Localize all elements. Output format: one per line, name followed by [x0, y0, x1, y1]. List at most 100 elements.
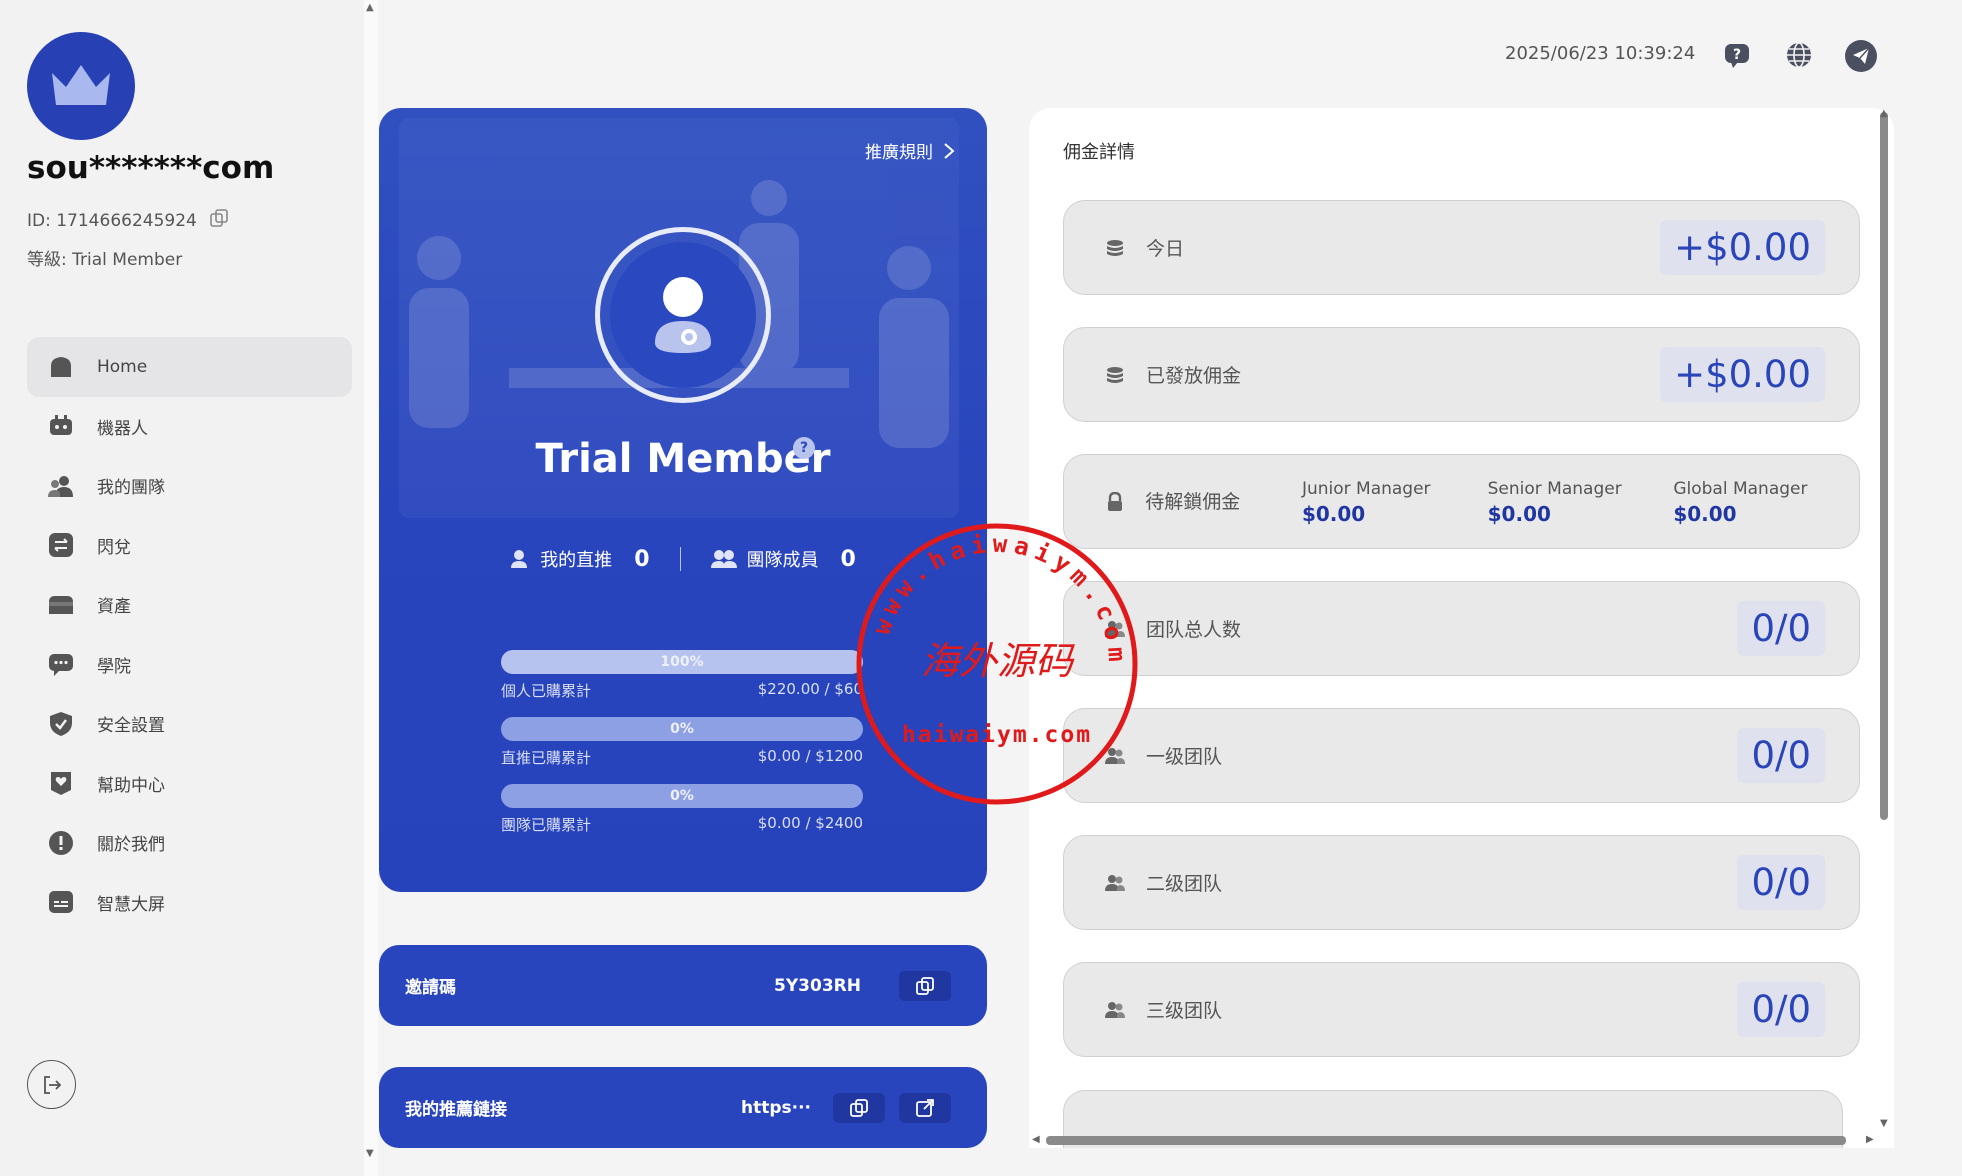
direct-referrals: 我的直推 0	[510, 546, 650, 572]
direct-count: 0	[634, 546, 650, 572]
progress-value: $220.00 / $60	[757, 680, 863, 698]
watermark-seal: www.haiwaiym.com 海外源码 haiwaiym.com	[856, 523, 1138, 805]
progress-bar: 0%	[501, 717, 863, 741]
open-link-button[interactable]	[899, 1092, 951, 1123]
locked-label: 待解鎖佣金	[1145, 490, 1241, 513]
tier-help-icon[interactable]: ?	[793, 437, 815, 459]
sidebar-item-label: 我的團隊	[97, 478, 165, 499]
progress-team: 0% 團隊已購累計 $0.00 / $2400	[501, 784, 863, 835]
progress-label: 個人已購累計	[501, 682, 592, 700]
stats-divider	[679, 547, 681, 571]
crown-icon	[52, 65, 110, 105]
sidebar-item-dashboard[interactable]: 智慧大屏	[27, 873, 352, 933]
copy-id-icon[interactable]	[209, 208, 229, 233]
svg-text:海外源码: 海外源码	[921, 639, 1075, 683]
group-icon	[710, 550, 737, 568]
team-count: 0	[840, 546, 856, 572]
sidebar-item-home[interactable]: Home	[27, 337, 352, 397]
panel-scroll-down-icon[interactable]: ▼	[1880, 1118, 1888, 1129]
svg-text:?: ?	[1733, 47, 1741, 63]
chevron-right-icon	[944, 142, 955, 159]
chat-icon	[47, 650, 75, 678]
commission-panel: 佣金詳情 今日 +$0.00 已發放佣金 +$0.00 待解鎖佣金 Junior…	[1029, 108, 1894, 1148]
user-id-row: ID: 1714666245924	[27, 208, 229, 233]
row-label: 团队总人数	[1146, 619, 1242, 641]
referral-link-value: https···	[740, 1097, 811, 1118]
logout-button[interactable]	[27, 1060, 76, 1109]
team-members: 團隊成員 0	[710, 546, 856, 572]
invite-code-label: 邀請碼	[405, 978, 456, 998]
external-link-icon	[916, 1098, 934, 1117]
rules-label: 推廣規則	[865, 143, 933, 163]
user-id: ID: 1714666245924	[27, 210, 197, 231]
globe-icon[interactable]	[1784, 40, 1814, 70]
progress-label: 直推已購累計	[501, 749, 592, 767]
level-junior: Junior Manager $0.00	[1301, 478, 1431, 526]
progress-label: 團隊已購累計	[501, 816, 592, 834]
scroll-down-icon[interactable]: ▼	[366, 1148, 374, 1159]
swap-icon	[47, 531, 75, 559]
group-icon	[1104, 872, 1126, 894]
avatar[interactable]	[27, 32, 135, 140]
panel-horizontal-scrollbar[interactable]	[1046, 1136, 1846, 1145]
sidebar-item-robot[interactable]: 機器人	[27, 397, 352, 457]
home-icon	[47, 353, 75, 381]
team-level1-row: 一级团队 0/0	[1063, 708, 1860, 803]
progress-value: $0.00 / $2400	[757, 814, 863, 832]
copy-link-button[interactable]	[833, 1092, 885, 1123]
sidebar-item-help[interactable]: 幫助中心	[27, 754, 352, 814]
wallet-icon	[47, 591, 75, 619]
sidebar-item-assets[interactable]: 資產	[27, 575, 352, 635]
panel-scroll-right-icon[interactable]: ▶	[1866, 1134, 1874, 1145]
user-icon	[511, 550, 528, 568]
row-label: 今日	[1146, 238, 1185, 260]
sidebar-item-swap[interactable]: 閃兌	[27, 516, 352, 576]
progress-personal: 100% 個人已購累計 $220.00 / $60	[501, 650, 863, 701]
sidebar-scrollbar[interactable]: ▲ ▼	[364, 0, 378, 1176]
help-icon[interactable]: ?	[1722, 40, 1752, 70]
progress-bar: 100%	[501, 650, 863, 674]
referral-link-card: 我的推薦鏈接 https···	[379, 1067, 987, 1148]
team-icon	[47, 472, 75, 500]
commission-title: 佣金詳情	[1063, 142, 1135, 163]
team-total-row: 团队总人数 0/0	[1063, 581, 1860, 676]
sidebar-item-about[interactable]: 關於我們	[27, 813, 352, 873]
datetime: 2025/06/23 10:39:24	[1505, 43, 1696, 64]
coins-icon	[1104, 237, 1126, 259]
sidebar-item-label: 智慧大屏	[97, 894, 165, 915]
copy-invite-button[interactable]	[899, 970, 951, 1001]
group-icon	[1104, 999, 1126, 1021]
lock-icon	[1104, 491, 1125, 513]
telegram-icon[interactable]	[1845, 40, 1877, 72]
heart-icon	[47, 769, 75, 797]
scroll-up-icon[interactable]: ▲	[366, 2, 374, 13]
sidebar-item-label: 機器人	[97, 418, 148, 439]
sidebar-item-label: 關於我們	[97, 835, 165, 856]
level-senior: Senior Manager $0.00	[1487, 478, 1622, 526]
sidebar-item-academy[interactable]: 學院	[27, 635, 352, 695]
invite-code-card: 邀請碼 5Y303RH	[379, 945, 987, 1026]
panel-scroll-up-icon[interactable]: ▲	[1880, 108, 1888, 119]
direct-label: 我的直推	[540, 550, 613, 571]
copy-icon	[850, 1098, 868, 1117]
panel-scroll-left-icon[interactable]: ◀	[1032, 1134, 1040, 1145]
row-label: 已發放佣金	[1146, 365, 1242, 387]
team-label: 團隊成員	[746, 550, 819, 571]
team-level2-value: 0/0	[1737, 855, 1825, 910]
sidebar-item-team[interactable]: 我的團隊	[27, 456, 352, 516]
panel-vertical-scrollbar[interactable]	[1880, 112, 1888, 820]
row-label: 二级团队	[1146, 873, 1223, 895]
sidebar-item-label: 安全設置	[97, 716, 165, 737]
promotion-rules-link[interactable]: 推廣規則	[865, 138, 955, 163]
robot-icon	[47, 412, 75, 440]
sidebar-item-security[interactable]: 安全設置	[27, 694, 352, 754]
team-total-value: 0/0	[1737, 601, 1825, 656]
info-icon	[47, 829, 75, 857]
svg-text:haiwaiym.com: haiwaiym.com	[902, 722, 1092, 748]
progress-value: $0.00 / $1200	[757, 747, 863, 765]
user-level: 等級: Trial Member	[27, 250, 183, 270]
invite-code-value: 5Y303RH	[774, 975, 861, 996]
coins-icon	[1104, 364, 1126, 386]
sidebar-nav: Home 機器人 我的團隊 閃兌 資產 學院 安全設置 幫助中心 關於我們 智慧…	[27, 337, 352, 932]
sidebar-item-label: 幫助中心	[97, 775, 165, 796]
